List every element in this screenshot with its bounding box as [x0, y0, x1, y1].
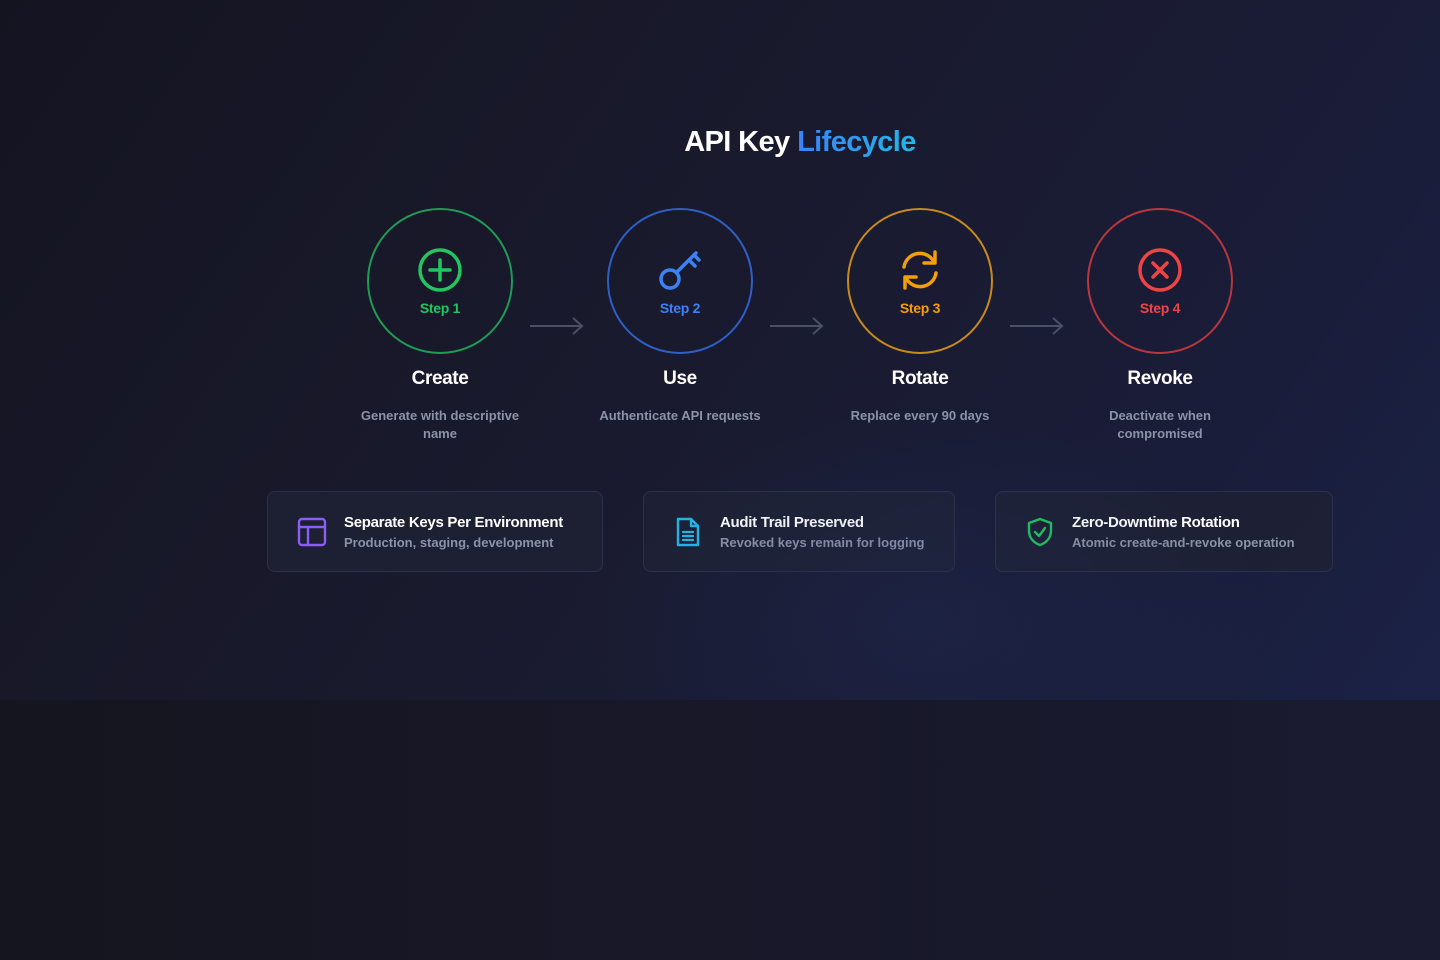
card-text: Separate Keys Per Environment Production… [344, 514, 563, 550]
step-description: Replace every 90 days [850, 408, 990, 423]
step-use: Step 2 Use Authenticate API requests [580, 208, 780, 425]
step-ring: Step 3 [847, 208, 993, 354]
plus-circle-icon [418, 248, 462, 292]
step-ring: Step 4 [1087, 208, 1233, 354]
card-subtitle: Revoked keys remain for logging [720, 534, 925, 550]
shield-check-icon [1027, 517, 1053, 546]
card-text: Audit Trail Preserved Revoked keys remai… [720, 514, 924, 550]
card-text: Zero-Downtime Rotation Atomic create-and… [1072, 514, 1295, 550]
step-create: Step 1 Create Generate with descriptive … [340, 208, 540, 443]
card-subtitle: Atomic create-and-revoke operation [1072, 534, 1295, 550]
key-icon [659, 251, 701, 290]
lower-section [0, 700, 1440, 960]
lifecycle-steps: Step 1 Create Generate with descriptive … [0, 0, 1440, 460]
layout-icon [297, 517, 327, 546]
feature-cards: Separate Keys Per Environment Production… [0, 491, 1440, 573]
feature-card-audit: Audit Trail Preserved Revoked keys remai… [643, 491, 955, 572]
hero-section: API Key Lifecycle Step 1 Create Generate… [0, 0, 1440, 700]
step-name: Use [663, 368, 697, 389]
step-name: Revoke [1127, 368, 1193, 389]
step-description: Authenticate API requests [599, 408, 761, 423]
card-title: Separate Keys Per Environment [344, 513, 563, 531]
step-name: Create [411, 368, 469, 389]
document-icon [676, 517, 700, 546]
step-revoke: Step 4 Revoke Deactivate when compromise… [1060, 208, 1260, 443]
feature-card-environments: Separate Keys Per Environment Production… [267, 491, 603, 572]
refresh-icon [902, 250, 938, 290]
step-name: Rotate [891, 368, 949, 389]
card-subtitle: Production, staging, development [344, 534, 554, 550]
feature-card-rotation: Zero-Downtime Rotation Atomic create-and… [995, 491, 1333, 572]
step-number: Step 2 [659, 300, 701, 316]
step-ring: Step 1 [367, 208, 513, 354]
step-number: Step 4 [1139, 300, 1181, 316]
card-title: Zero-Downtime Rotation [1072, 513, 1240, 531]
arrow-right-icon [1010, 317, 1064, 335]
step-description: Generate with descriptive name [360, 408, 520, 441]
arrow-right-icon [770, 317, 824, 335]
x-circle-icon [1138, 248, 1182, 292]
card-title: Audit Trail Preserved [720, 513, 864, 531]
step-rotate: Step 3 Rotate Replace every 90 days [820, 208, 1020, 425]
step-ring: Step 2 [607, 208, 753, 354]
step-number: Step 1 [419, 300, 461, 316]
arrow-right-icon [530, 317, 584, 335]
step-description: Deactivate when compromised [1109, 408, 1211, 441]
step-number: Step 3 [899, 300, 941, 316]
